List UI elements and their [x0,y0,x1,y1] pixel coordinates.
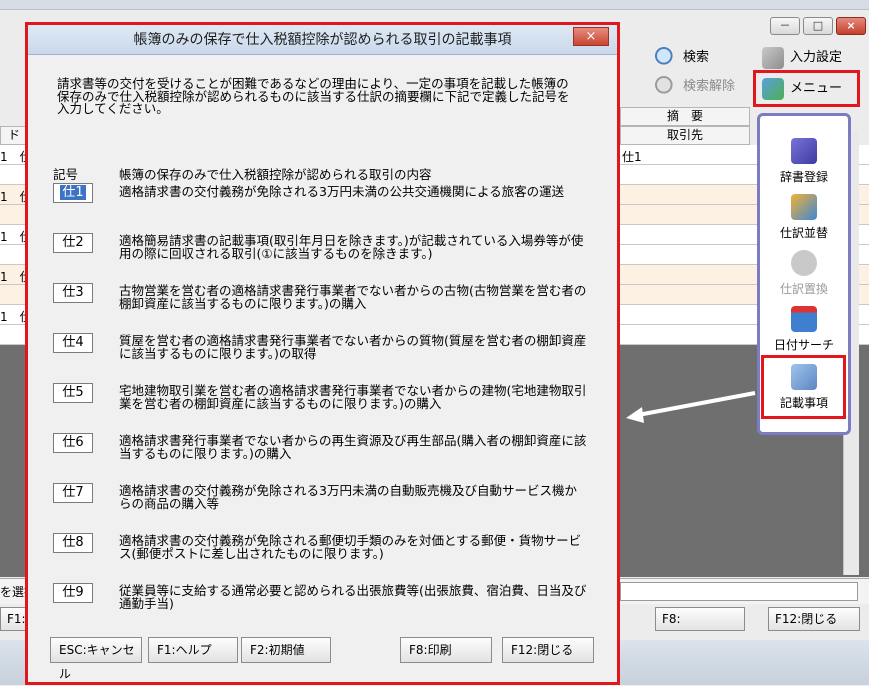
journal-replace-label: 仕訳置換 [779,282,828,296]
item-description: 古物営業を営む者の適格請求書発行事業者でない者からの古物(古物営業を営む者の棚卸… [119,283,587,311]
column-header-content: 帳簿の保存のみで仕入税額控除が認められる取引の内容 [119,167,432,182]
f1-help-button[interactable]: F1:ヘルプ [148,637,238,663]
grid-cell-summary: 仕1 [622,150,642,164]
sort-icon [791,194,817,220]
code-item-3[interactable]: 仕3 [53,283,93,303]
close-window-button[interactable]: × [836,17,866,35]
maximize-button[interactable]: □ [803,17,833,35]
f12-close-button[interactable]: F12:閉じる [502,637,594,663]
search-icon [655,47,677,69]
column-header-code: 記号 [53,167,79,182]
dialog-title-text: 帳簿のみの保存で仕入税額控除が認められる取引の記載事項 [133,32,512,48]
code-item-9[interactable]: 仕9 [53,583,93,603]
dialog-close-button[interactable]: × [573,27,609,46]
grid-header-summary: 摘 要 [620,107,750,126]
item-description: 適格請求書発行事業者でない者からの再生資源及び再生部品(購入者の棚卸資産に該当す… [119,433,587,461]
code-item-5[interactable]: 仕5 [53,383,93,403]
input-settings-label: 入力設定 [790,50,843,65]
entry-items-dialog: 帳簿のみの保存で仕入税額控除が認められる取引の記載事項 × 請求書等の交付を受け… [25,22,620,685]
dictionary-icon [791,138,817,164]
journal-sort-label: 仕訳並替 [779,226,828,240]
date-search-label: 日付サーチ [773,338,834,352]
esc-cancel-button[interactable]: ESC:キャンセル [50,637,142,681]
code-item-2[interactable]: 仕2 [53,233,93,253]
f8-key[interactable]: F8: [655,607,745,631]
item-description: 適格簡易請求書の記載事項(取引年月日を除きます。)が記載されている入場券等が使用… [119,233,584,261]
f2-default-button[interactable]: F2:初期値 [241,637,331,663]
item-description: 質屋を営む者の適格請求書発行事業者でない者からの質物(質屋を営む者の棚卸資産に該… [119,333,587,361]
f12-close-key[interactable]: F12:閉じる [768,607,860,631]
menu-highlight [753,70,860,107]
dialog-intro-text: 請求書等の交付を受けることが困難であるなどの理由により、一定の事項を記載した帳簿… [57,76,570,116]
search-clear-button[interactable]: 検索解除 [655,76,735,98]
f8-print-button[interactable]: F8:印刷 [400,637,492,663]
entry-items-highlight [761,355,846,419]
item-description: 適格請求書の交付義務が免除される郵便切手類のみを対価とする郵便・貨物サービス(郵… [119,533,582,561]
top-bar [0,0,869,10]
item-description: 適格請求書の交付義務が免除される3万円未満の公共交通機関による旅客の運送 [119,184,565,199]
code-item-4[interactable]: 仕4 [53,333,93,353]
search-clear-label: 検索解除 [683,79,736,94]
status-field [620,582,858,601]
code-item-7[interactable]: 仕7 [53,483,93,503]
f1-key[interactable]: F1: [0,607,28,631]
input-settings-button[interactable]: 入力設定 [762,47,842,69]
replace-icon [791,250,817,276]
calendar-icon [791,306,817,332]
item-description: 従業員等に支給する通常必要と認められる出張旅費等(出張旅費、宿泊費、日当及び通勤… [119,583,587,611]
code-item-6[interactable]: 仕6 [53,433,93,453]
code-item-8[interactable]: 仕8 [53,533,93,553]
pointer-arrow [626,391,756,423]
search-clear-icon [655,76,677,98]
dialog-body: 請求書等の交付を受けることが困難であるなどの理由により、一定の事項を記載した帳簿… [29,56,616,682]
journal-replace-item[interactable]: 仕訳置換 [760,250,848,297]
dictionary-register-item[interactable]: 辞書登録 [760,138,848,185]
item-description: 適格請求書の交付義務が免除される3万円未満の自動販売機及び自動サービス機からの商… [119,483,577,511]
minimize-button[interactable]: － [770,17,800,35]
search-label: 検索 [683,50,710,65]
code-item-1[interactable]: 仕1 [53,183,93,203]
grid-header-left: ド [0,126,28,145]
search-button[interactable]: 検索 [655,47,709,69]
code-label: 仕1 [60,185,86,200]
tools-icon [762,47,784,69]
item-description: 宅地建物取引業を営む者の適格請求書発行事業者でない者からの建物(宅地建物取引業を… [119,383,587,411]
grid-header-partner: 取引先 [620,126,750,145]
journal-sort-item[interactable]: 仕訳並替 [760,194,848,241]
dictionary-register-label: 辞書登録 [779,170,828,184]
dialog-title: 帳簿のみの保存で仕入税額控除が認められる取引の記載事項 × [28,25,617,55]
date-search-item[interactable]: 日付サーチ [760,306,848,353]
